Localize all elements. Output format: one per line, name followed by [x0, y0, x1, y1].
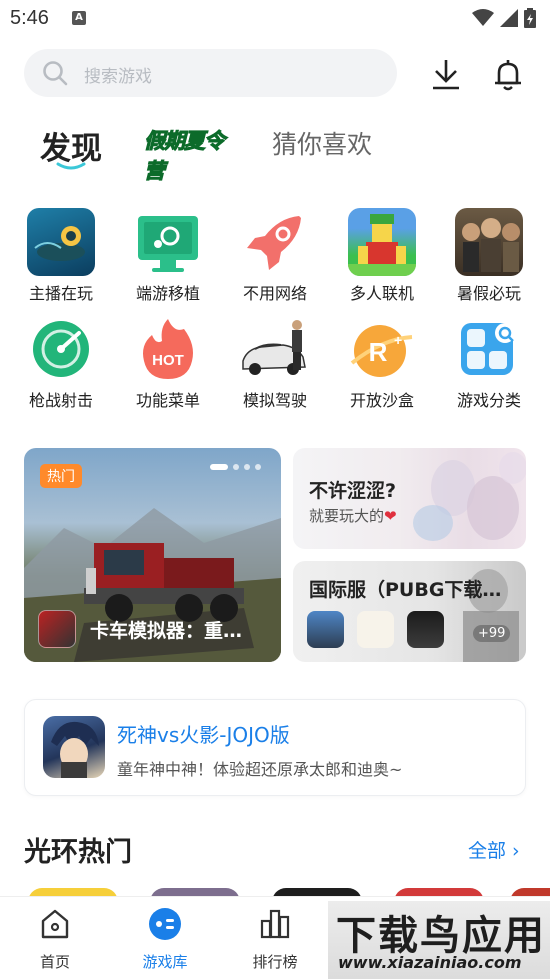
carousel-dot	[210, 464, 228, 470]
category-label: 功能菜单	[135, 391, 200, 410]
rocket-icon	[241, 208, 309, 276]
carousel-dot	[233, 464, 239, 470]
category-driving-sim[interactable]: 模拟驾驶	[225, 315, 325, 411]
search-icon	[43, 61, 68, 86]
pubg-card-title: 国际服（PUBG下载…	[309, 579, 502, 601]
battery-icon	[524, 8, 536, 28]
bell-icon	[495, 60, 521, 91]
watermark-url: www.xiazainiao.com	[338, 953, 522, 972]
category-summer-must-play[interactable]: 暑假必玩	[439, 208, 539, 304]
category-label: 端游移植	[135, 284, 200, 303]
featured-game-card[interactable]: 死神vs火影-JOJO版 童年神中神！体验超还原承太郎和迪奥~	[24, 699, 526, 796]
carousel-indicator	[210, 464, 261, 470]
see-all-link[interactable]: 全部 ›	[468, 836, 520, 863]
category-label: 不用网络	[242, 284, 307, 303]
radar-icon	[27, 315, 95, 383]
hot-fire-icon: HOT	[134, 315, 202, 383]
status-indicators	[472, 8, 536, 28]
tab-label: 排行榜	[252, 953, 298, 971]
notification-button[interactable]	[490, 56, 526, 92]
tab-home[interactable]: 首页	[15, 907, 95, 972]
status-time: 5:46	[10, 7, 49, 29]
r-planet-icon: R +	[348, 315, 416, 383]
svg-text:HOT: HOT	[152, 352, 184, 369]
category-label: 枪战射击	[28, 391, 93, 410]
heart-icon: ❤	[384, 507, 397, 525]
featured-banner[interactable]: 热门 卡车模拟器：重…	[24, 448, 281, 662]
category-offline[interactable]: 不用网络	[225, 208, 325, 304]
summer-camp-logo: 假期夏令营	[144, 129, 226, 184]
tab-label: 首页	[39, 953, 70, 971]
category-label: 游戏分类	[456, 391, 521, 410]
survivors-game-icon	[455, 208, 523, 276]
more-count-badge: +99	[473, 625, 511, 642]
car-driver-icon	[241, 315, 309, 383]
notification-a-icon: A	[72, 11, 86, 25]
subnautica-game-icon	[27, 208, 95, 276]
category-shooter[interactable]: 枪战射击	[11, 315, 111, 411]
category-open-sandbox[interactable]: R + 开放沙盒	[332, 315, 432, 411]
category-grid-icon	[455, 315, 523, 383]
category-label: 暑假必玩	[456, 284, 521, 303]
tab-ranking[interactable]: 排行榜	[235, 907, 315, 972]
category-feature-menu[interactable]: HOT 功能菜单	[118, 315, 218, 411]
download-button[interactable]	[428, 56, 464, 92]
svg-text:R: R	[369, 337, 388, 367]
featured-game-title: 死神vs火影-JOJO版	[117, 723, 290, 747]
download-icon	[433, 60, 459, 90]
game-library-icon	[149, 908, 181, 940]
category-label: 主播在玩	[28, 284, 93, 303]
svg-text:+: +	[394, 332, 402, 348]
category-pc-port[interactable]: 端游移植	[118, 208, 218, 304]
anime-card-subtitle-text: 就要玩大的	[309, 507, 385, 525]
carousel-dot	[244, 464, 250, 470]
hot-badge: 热门	[40, 464, 82, 488]
nba2k-game-icon	[407, 611, 444, 648]
search-input[interactable]: 搜索游戏	[24, 49, 397, 97]
tab-guess-you-like[interactable]: 猜你喜欢	[272, 125, 372, 161]
category-multiplayer[interactable]: 多人联机	[332, 208, 432, 304]
tab-active-indicator	[56, 162, 86, 170]
tab-game-library[interactable]: 游戏库	[125, 907, 205, 972]
tab-summer-camp[interactable]: 假期夏令营	[144, 125, 236, 184]
banner-title: 卡车模拟器：重…	[90, 620, 243, 642]
featured-game-description: 童年神中神！体验超还原承太郎和迪奥~	[117, 760, 403, 779]
anime-promo-card[interactable]: 不许涩涩? 就要玩大的❤	[293, 448, 526, 549]
wifi-icon	[472, 9, 494, 26]
cute-cat-game-icon	[357, 611, 394, 648]
tab-label: 游戏库	[142, 953, 188, 971]
signal-icon	[500, 9, 518, 27]
section-title: 光环热门	[24, 837, 132, 868]
category-streamers-playing[interactable]: 主播在玩	[11, 208, 111, 304]
roblox-avatar-icon	[348, 208, 416, 276]
anime-card-title: 不许涩涩?	[309, 480, 397, 502]
pubg-collection-card[interactable]: 国际服（PUBG下载… +99	[293, 561, 526, 662]
category-label: 模拟驾驶	[242, 391, 307, 410]
category-label: 多人联机	[349, 284, 414, 303]
home-icon	[41, 909, 69, 939]
search-placeholder: 搜索游戏	[84, 67, 152, 87]
pubg-game-icons	[307, 611, 444, 648]
carousel-dot	[255, 464, 261, 470]
category-label: 开放沙盒	[349, 391, 414, 410]
top-tabs: 发现 假期夏令营 猜你喜欢	[0, 115, 550, 184]
anime-card-subtitle: 就要玩大的❤	[309, 505, 397, 526]
category-game-classification[interactable]: 游戏分类	[439, 315, 539, 411]
watermark: 下载鸟应用 www.xiazainiao.com	[328, 901, 550, 979]
status-bar: 5:46 A	[0, 0, 550, 38]
steam-monitor-icon	[134, 208, 202, 276]
pubg-game-icon	[307, 611, 344, 648]
ranking-icon	[260, 909, 290, 939]
truck-game-thumbnail	[38, 610, 76, 648]
game-avatar	[43, 716, 105, 778]
